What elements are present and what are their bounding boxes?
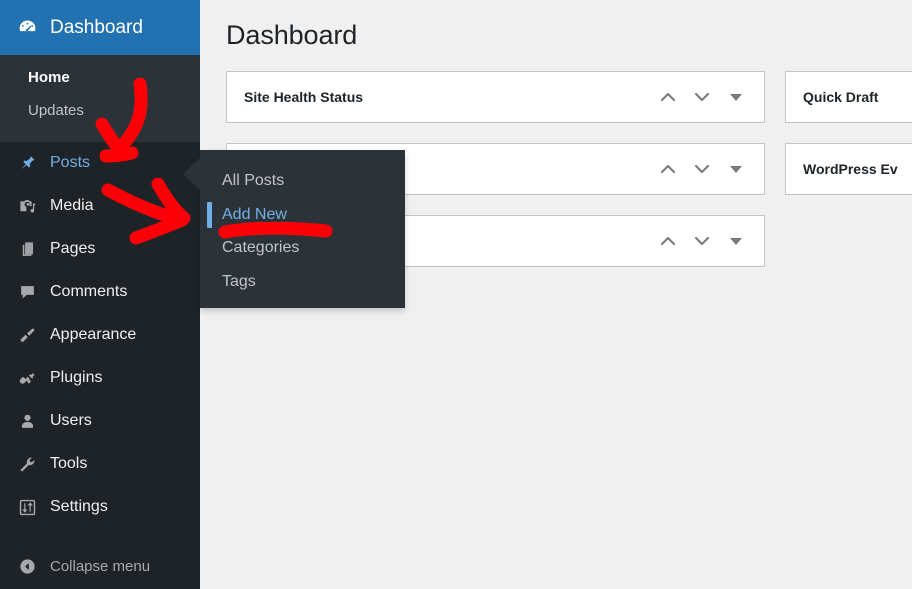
comment-bubble-icon [14, 283, 40, 302]
user-icon [14, 412, 40, 431]
move-down-icon[interactable] [688, 155, 716, 183]
sidebar-item-dashboard[interactable]: Dashboard [0, 0, 200, 55]
widget-title: WordPress Ev [803, 161, 912, 177]
flyout-item-add-new[interactable]: Add New [200, 198, 405, 232]
sidebar-item-posts[interactable]: Posts [0, 142, 200, 185]
sidebar-item-label: Comments [50, 283, 127, 301]
move-up-icon[interactable] [654, 227, 682, 255]
sidebar-item-settings[interactable]: Settings [0, 486, 200, 529]
sidebar-item-tools[interactable]: Tools [0, 443, 200, 486]
sidebar-item-label: Media [50, 197, 94, 215]
plug-icon [14, 369, 40, 388]
wrench-icon [14, 455, 40, 474]
toggle-panel-icon[interactable] [722, 155, 750, 183]
widget-controls [654, 227, 750, 255]
dashboard-gauge-icon [14, 17, 40, 38]
sidebar-subitem-updates[interactable]: Updates [0, 94, 200, 127]
flyout-item-label: Add New [222, 206, 287, 223]
sidebar-item-label: Collapse menu [50, 558, 150, 575]
dashboard-submenu: Home Updates [0, 55, 200, 142]
toggle-panel-icon[interactable] [722, 227, 750, 255]
flyout-item-tags[interactable]: Tags [200, 265, 405, 299]
widget-header: WordPress Ev [786, 144, 912, 194]
sidebar-item-label: Pages [50, 240, 95, 258]
widget-wordpress-events-and-news[interactable]: WordPress Ev [785, 143, 912, 195]
widget-column-right: Quick Draft WordPress Ev [785, 71, 912, 215]
pages-icon [14, 240, 40, 259]
widget-title: Site Health Status [244, 89, 654, 105]
sidebar-item-label: Settings [50, 498, 108, 516]
sliders-icon [14, 498, 40, 517]
sidebar-item-comments[interactable]: Comments [0, 271, 200, 314]
move-up-icon[interactable] [654, 83, 682, 111]
move-up-icon[interactable] [654, 155, 682, 183]
admin-sidebar: Dashboard Home Updates Posts Media [0, 0, 200, 589]
active-indicator-bar [207, 202, 212, 228]
sidebar-item-users[interactable]: Users [0, 400, 200, 443]
widget-header: Quick Draft [786, 72, 912, 122]
move-down-icon[interactable] [688, 227, 716, 255]
media-camera-icon [14, 197, 40, 216]
widget-header: Site Health Status [227, 72, 764, 122]
posts-flyout-submenu: All Posts Add New Categories Tags [200, 150, 405, 308]
pushpin-icon [14, 154, 40, 173]
sidebar-item-media[interactable]: Media [0, 185, 200, 228]
page-title: Dashboard [226, 18, 912, 53]
sidebar-item-label: Plugins [50, 369, 102, 387]
flyout-notch-arrow-icon [183, 158, 200, 190]
sidebar-subitem-home[interactable]: Home [0, 61, 200, 94]
move-down-icon[interactable] [688, 83, 716, 111]
sidebar-item-plugins[interactable]: Plugins [0, 357, 200, 400]
flyout-item-all-posts[interactable]: All Posts [200, 164, 405, 198]
sidebar-item-collapse-menu[interactable]: Collapse menu [0, 545, 200, 588]
toggle-panel-icon[interactable] [722, 83, 750, 111]
sidebar-item-label: Dashboard [50, 17, 143, 39]
sidebar-item-label: Tools [50, 455, 87, 473]
sidebar-item-label: Posts [50, 154, 90, 172]
widget-site-health-status[interactable]: Site Health Status [226, 71, 765, 123]
flyout-item-categories[interactable]: Categories [200, 231, 405, 265]
collapse-left-arrow-icon [14, 557, 40, 576]
screen: Dashboard Site Health Status [0, 0, 912, 589]
widget-controls [654, 83, 750, 111]
sidebar-item-label: Users [50, 412, 92, 430]
widget-title: Quick Draft [803, 89, 912, 105]
sidebar-item-pages[interactable]: Pages [0, 228, 200, 271]
widget-quick-draft[interactable]: Quick Draft [785, 71, 912, 123]
paintbrush-icon [14, 326, 40, 345]
sidebar-item-appearance[interactable]: Appearance [0, 314, 200, 357]
widget-controls [654, 155, 750, 183]
sidebar-item-label: Appearance [50, 326, 136, 344]
